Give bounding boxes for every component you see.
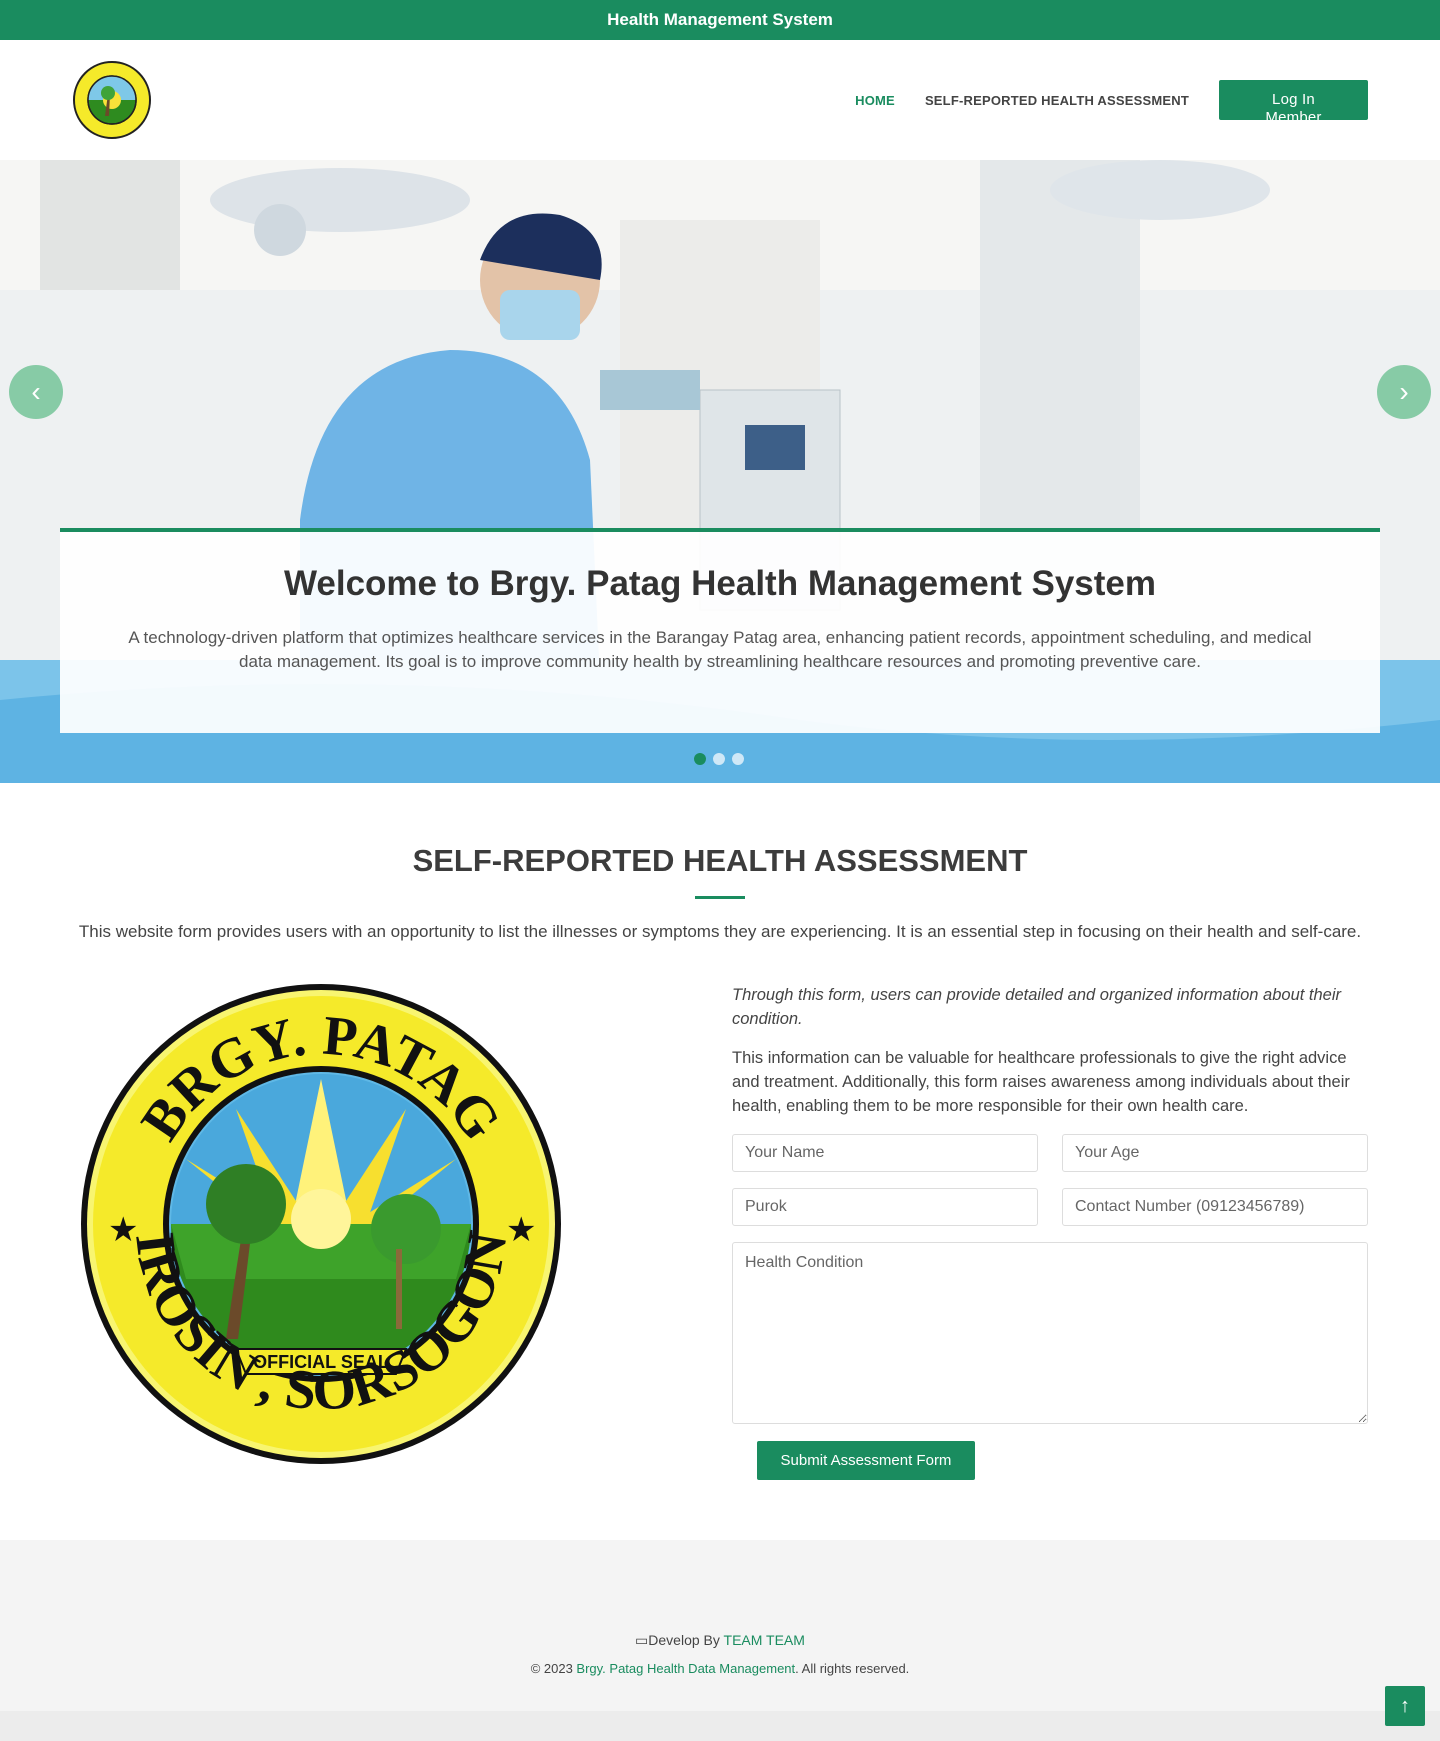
top-banner-title: Health Management System <box>607 10 833 29</box>
nav-assessment-link[interactable]: SELF-REPORTED HEALTH ASSESSMENT <box>925 93 1189 108</box>
contact-number-input[interactable] <box>1062 1188 1368 1226</box>
age-input[interactable] <box>1062 1134 1368 1172</box>
carousel-indicators <box>694 753 744 765</box>
team-link[interactable]: TEAM TEAM <box>724 1632 805 1648</box>
title-underline <box>695 896 745 899</box>
official-seal-image: OFFICIAL SEAL BRGY. PATAG IROSIN , SORSO… <box>81 984 561 1464</box>
assessment-section: SELF-REPORTED HEALTH ASSESSMENT This web… <box>0 783 1440 1540</box>
assessment-form: Through this form, users can provide det… <box>732 983 1368 1429</box>
arrow-up-icon: ↑ <box>1400 1694 1410 1717</box>
carousel-dot[interactable] <box>732 753 744 765</box>
submit-assessment-button[interactable]: Submit Assessment Form <box>757 1441 975 1480</box>
site-footer: ▭Develop By TEAM TEAM © 2023 Brgy. Patag… <box>0 1540 1440 1711</box>
develop-prefix: Develop By <box>648 1632 724 1648</box>
health-condition-textarea[interactable] <box>732 1242 1368 1424</box>
main-nav: HOME SELF-REPORTED HEALTH ASSESSMENT Log… <box>855 80 1368 126</box>
rights-text: . All rights reserved. <box>795 1661 910 1676</box>
chevron-left-icon: ‹ <box>31 376 41 407</box>
barangay-logo[interactable] <box>72 60 152 140</box>
footer-copyright: © 2023 Brgy. Patag Health Data Managemen… <box>0 1661 1440 1676</box>
hero-carousel: ‹ › Welcome to Brgy. Patag Health Manage… <box>0 160 1440 783</box>
form-intro-italic: Through this form, users can provide det… <box>732 986 1342 1028</box>
form-row <box>732 1188 1368 1226</box>
bottom-strip <box>0 1711 1440 1741</box>
hero-caption: Welcome to Brgy. Patag Health Management… <box>60 528 1380 733</box>
nav-home-link[interactable]: HOME <box>855 93 895 108</box>
star-icon: ★ <box>506 1211 536 1249</box>
form-intro-text: This information can be valuable for hea… <box>732 1049 1350 1115</box>
site-header: HOME SELF-REPORTED HEALTH ASSESSMENT Log… <box>0 40 1440 160</box>
section-title: SELF-REPORTED HEALTH ASSESSMENT <box>412 843 1028 878</box>
carousel-dot[interactable] <box>694 753 706 765</box>
footer-credit: ▭Develop By TEAM TEAM <box>0 1632 1440 1649</box>
hero-description: A technology-driven platform that optimi… <box>128 628 1312 671</box>
login-button[interactable]: Log In Member <box>1219 80 1368 126</box>
star-icon: ★ <box>108 1211 138 1249</box>
carousel-dot[interactable] <box>713 753 725 765</box>
carousel-prev-button[interactable]: ‹ <box>9 365 63 419</box>
carousel-next-button[interactable]: › <box>1377 365 1431 419</box>
laptop-icon: ▭ <box>635 1632 649 1648</box>
chevron-right-icon: › <box>1399 376 1409 407</box>
form-row <box>732 1134 1368 1172</box>
name-input[interactable] <box>732 1134 1038 1172</box>
org-link[interactable]: Brgy. Patag Health Data Management <box>576 1661 795 1676</box>
hero-title: Welcome to Brgy. Patag Health Management… <box>284 564 1156 603</box>
purok-input[interactable] <box>732 1188 1038 1226</box>
section-description: This website form provides users with an… <box>78 922 1362 941</box>
back-to-top-button[interactable]: ↑ <box>1385 1686 1425 1726</box>
copyright-prefix: © 2023 <box>530 1661 577 1676</box>
top-banner: Health Management System <box>0 0 1440 40</box>
